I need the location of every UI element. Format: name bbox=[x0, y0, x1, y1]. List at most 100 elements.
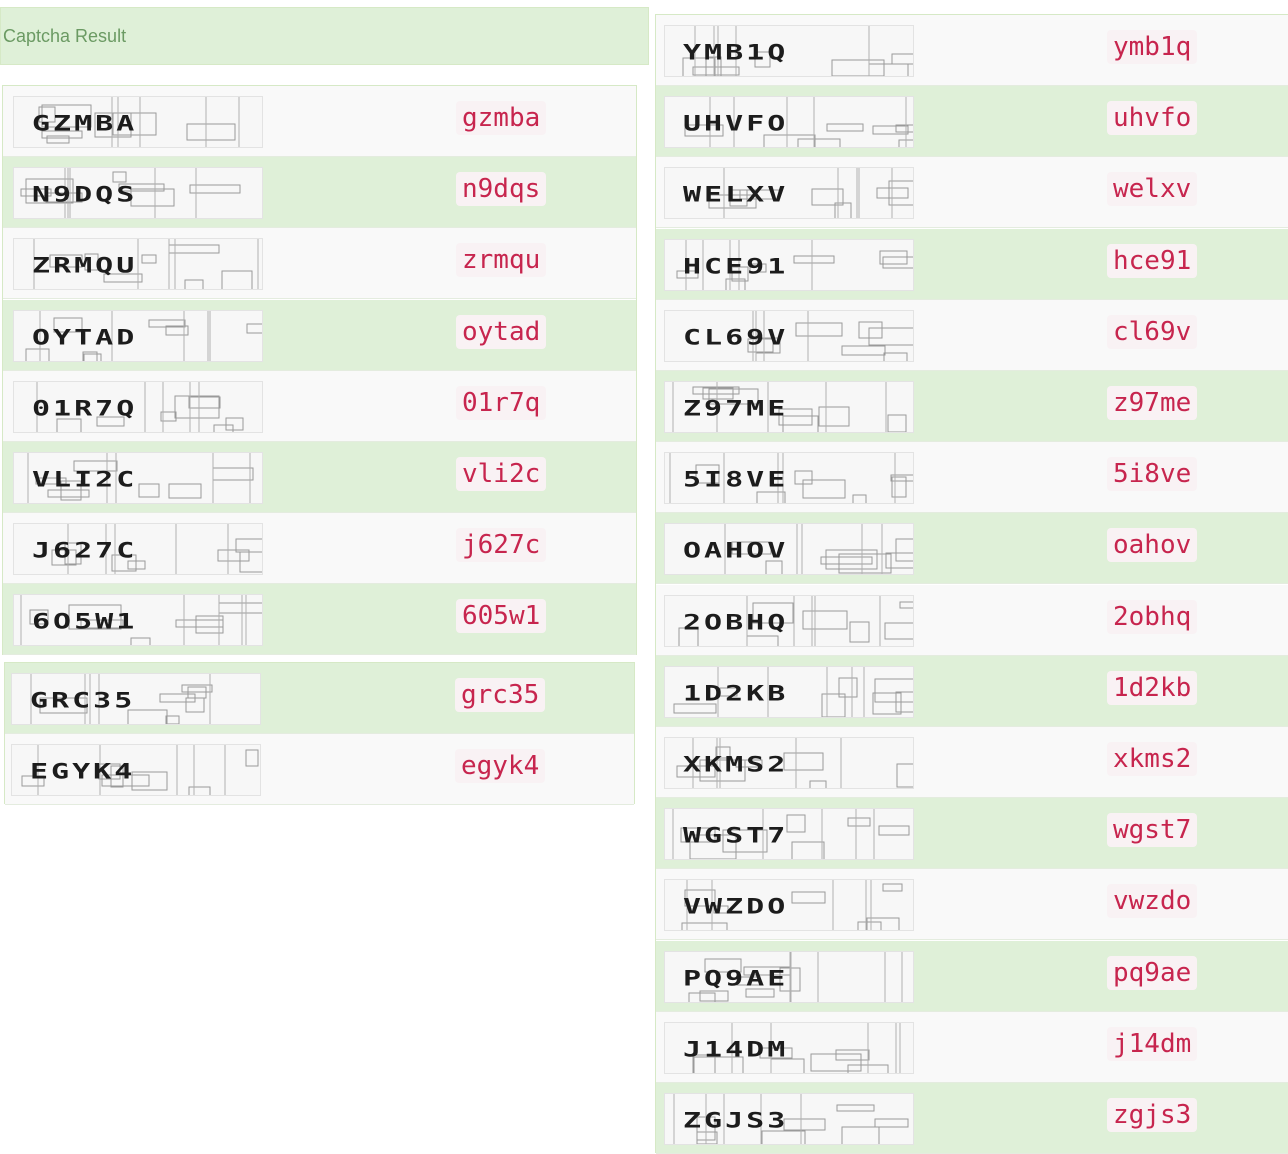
captcha-result-code: vwzdo bbox=[1107, 884, 1198, 918]
captcha-image: 1D2KB bbox=[664, 666, 914, 718]
captcha-image: VLI2C bbox=[13, 452, 263, 504]
table-row: 01R7Q 01r7q bbox=[3, 371, 636, 442]
captcha-image: OYTAD bbox=[13, 310, 263, 362]
captcha-image-text: GZMBA bbox=[32, 110, 138, 137]
captcha-image-text: Z97ME bbox=[683, 395, 789, 422]
captcha-image: HCE91 bbox=[664, 239, 914, 291]
table-row: WGST7 wgst7 bbox=[656, 798, 1288, 869]
table-row: GZMBA gzmba bbox=[3, 86, 636, 157]
captcha-image: N9DQS bbox=[13, 167, 263, 219]
captcha-image: ZRMQU bbox=[13, 238, 263, 290]
captcha-result-code: j627c bbox=[456, 528, 547, 562]
captcha-image: XKMS2 bbox=[664, 737, 914, 789]
captcha-image-text: ZRMQU bbox=[32, 252, 138, 279]
captcha-image-text: OYTAD bbox=[32, 324, 138, 351]
captcha-image-text: 5I8VE bbox=[683, 466, 789, 493]
captcha-result-code: gzmba bbox=[456, 101, 547, 135]
table-row: VLI2C vli2c bbox=[3, 442, 636, 513]
captcha-result-code: uhvfo bbox=[1107, 101, 1198, 135]
captcha-image: OAHOV bbox=[664, 523, 914, 575]
captcha-image-text: EGYK4 bbox=[30, 758, 136, 785]
table-row: CL69V cl69v bbox=[656, 300, 1288, 371]
captcha-result-code: vli2c bbox=[456, 457, 547, 491]
captcha-result-code: egyk4 bbox=[455, 749, 546, 783]
table-row: WELXV welxv bbox=[656, 157, 1288, 228]
captcha-image: CL69V bbox=[664, 310, 914, 362]
captcha-image-text: HCE91 bbox=[683, 253, 789, 280]
captcha-result-code: z97me bbox=[1107, 386, 1198, 420]
captcha-result-code: j14dm bbox=[1107, 1027, 1198, 1061]
captcha-image-text: N9DQS bbox=[32, 181, 138, 208]
table-row: GRC35 grc35 bbox=[5, 663, 634, 734]
captcha-image-text: OAHOV bbox=[683, 537, 789, 564]
captcha-result-code: welxv bbox=[1107, 172, 1198, 206]
captcha-result-header: Captcha Result bbox=[0, 7, 649, 65]
captcha-image: EGYK4 bbox=[11, 744, 261, 796]
captcha-result-code: xkms2 bbox=[1107, 742, 1198, 776]
captcha-image-text: 6O5W1 bbox=[32, 608, 138, 635]
table-row: EGYK4 egyk4 bbox=[5, 734, 634, 805]
captcha-result-code: 01r7q bbox=[456, 386, 547, 420]
captcha-result-code: 2obhq bbox=[1107, 600, 1198, 634]
captcha-result-code: oytad bbox=[456, 315, 547, 349]
captcha-image-text: VWZDO bbox=[683, 893, 789, 920]
captcha-image: Z97ME bbox=[664, 381, 914, 433]
captcha-result-code: grc35 bbox=[455, 678, 546, 712]
table-row: 6O5W1 605w1 bbox=[3, 584, 636, 655]
captcha-table: GZMBA gzmba N9DQS n9dqs ZRMQU zrmqu OYTAD oytad… bbox=[2, 85, 637, 655]
captcha-image-text: 1D2KB bbox=[683, 680, 789, 707]
captcha-image-text: PQ9AE bbox=[683, 965, 789, 992]
table-row: PQ9AE pq9ae bbox=[656, 941, 1288, 1012]
table-row: VWZDO vwzdo bbox=[656, 869, 1288, 940]
captcha-result-code: zrmqu bbox=[456, 243, 547, 277]
captcha-image: 01R7Q bbox=[13, 381, 263, 433]
table-row: HCE91 hce91 bbox=[656, 229, 1288, 300]
captcha-image: GRC35 bbox=[11, 673, 261, 725]
captcha-result-code: 1d2kb bbox=[1107, 671, 1198, 705]
panel-title: Captcha Result bbox=[3, 26, 127, 46]
captcha-image: GZMBA bbox=[13, 96, 263, 148]
table-row: J14DM j14dm bbox=[656, 1012, 1288, 1083]
captcha-image-text: WELXV bbox=[683, 181, 789, 208]
captcha-image: ZGJS3 bbox=[664, 1093, 914, 1145]
captcha-image: 5I8VE bbox=[664, 452, 914, 504]
captcha-result-code: wgst7 bbox=[1107, 813, 1198, 847]
table-row: J627C j627c bbox=[3, 513, 636, 584]
captcha-image: WELXV bbox=[664, 167, 914, 219]
table-row: 1D2KB 1d2kb bbox=[656, 656, 1288, 727]
captcha-result-code: 605w1 bbox=[456, 599, 547, 633]
table-row: ZRMQU zrmqu bbox=[3, 228, 636, 299]
table-row: YMB1Q ymb1q bbox=[656, 15, 1288, 86]
table-row: 5I8VE 5i8ve bbox=[656, 442, 1288, 513]
captcha-image: J14DM bbox=[664, 1022, 914, 1074]
captcha-image: 6O5W1 bbox=[13, 594, 263, 646]
table-row: XKMS2 xkms2 bbox=[656, 727, 1288, 798]
captcha-image: YMB1Q bbox=[664, 25, 914, 77]
table-row: UHVFO uhvfo bbox=[656, 86, 1288, 157]
captcha-table: YMB1Q ymb1q UHVFO uhvfo WELXV welxv HCE91 hce91… bbox=[655, 14, 1288, 1154]
captcha-image-text: YMB1Q bbox=[683, 39, 789, 66]
captcha-result-code: n9dqs bbox=[456, 172, 547, 206]
captcha-table: GRC35 grc35 EGYK4 egyk4 bbox=[4, 662, 635, 805]
captcha-image-text: GRC35 bbox=[30, 687, 136, 714]
table-row: 2OBHQ 2obhq bbox=[656, 585, 1288, 656]
table-row: ZGJS3 zgjs3 bbox=[656, 1083, 1288, 1154]
captcha-image: 2OBHQ bbox=[664, 595, 914, 647]
captcha-image-text: VLI2C bbox=[32, 466, 138, 493]
table-row: N9DQS n9dqs bbox=[3, 157, 636, 228]
captcha-result-code: 5i8ve bbox=[1107, 457, 1198, 491]
captcha-result-code: pq9ae bbox=[1107, 956, 1198, 990]
captcha-image-text: UHVFO bbox=[683, 110, 789, 137]
captcha-image: UHVFO bbox=[664, 96, 914, 148]
captcha-result-code: ymb1q bbox=[1107, 30, 1198, 64]
captcha-result-code: zgjs3 bbox=[1107, 1098, 1198, 1132]
captcha-image-text: J14DM bbox=[683, 1036, 789, 1063]
captcha-image-text: J627C bbox=[32, 537, 138, 564]
captcha-image-text: XKMS2 bbox=[683, 751, 789, 778]
captcha-image-text: CL69V bbox=[683, 324, 789, 351]
table-row: Z97ME z97me bbox=[656, 371, 1288, 442]
captcha-image-text: 01R7Q bbox=[32, 395, 138, 422]
captcha-image-text: WGST7 bbox=[683, 822, 789, 849]
captcha-result-code: cl69v bbox=[1107, 315, 1198, 349]
captcha-image: VWZDO bbox=[664, 879, 914, 931]
